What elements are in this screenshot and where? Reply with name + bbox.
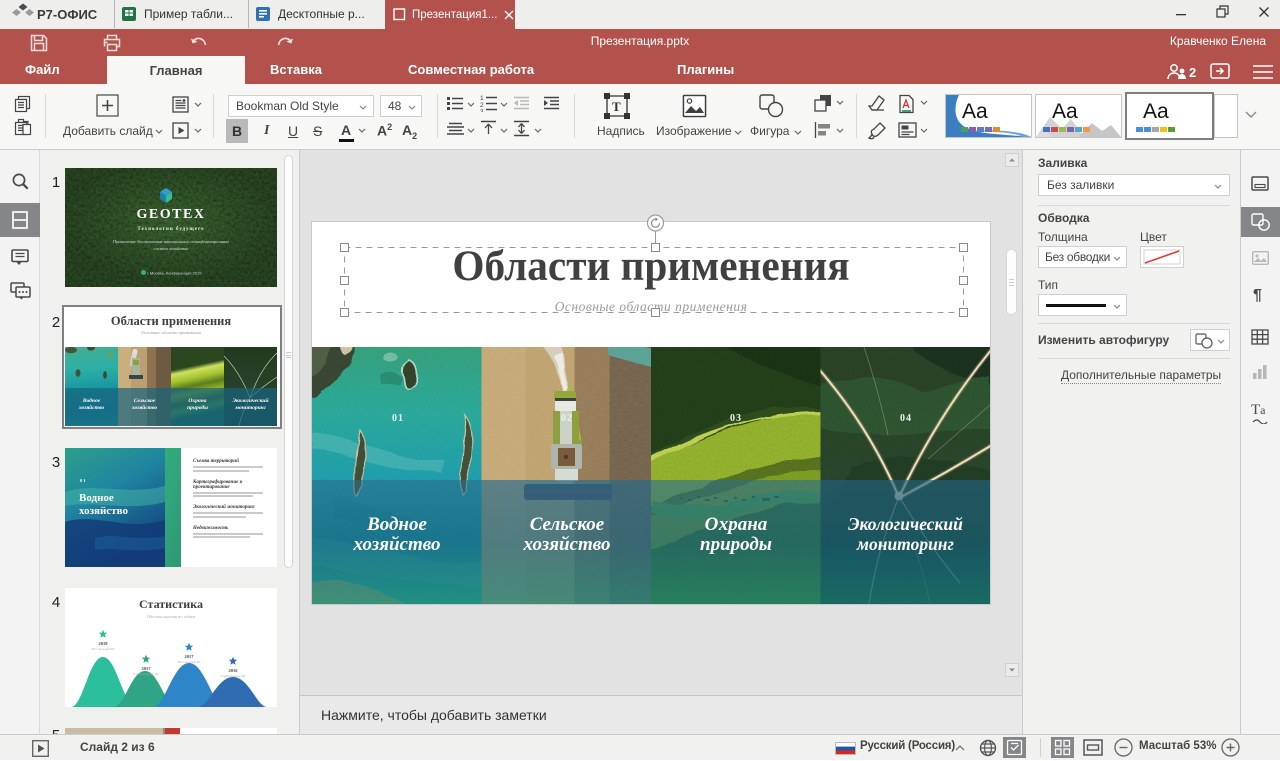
svg-text:3: 3: [480, 109, 484, 113]
svg-text:02: 02: [561, 413, 573, 424]
svg-text:03: 03: [730, 413, 742, 424]
svg-text:Стабилизация 0%: Стабилизация 0%: [220, 674, 246, 678]
svg-text:T: T: [612, 99, 621, 114]
svg-text:01: 01: [392, 413, 404, 424]
svg-text:Стабилизация 1%: Стабилизация 1%: [133, 672, 159, 676]
svg-text:2017: 2017: [185, 654, 195, 659]
svg-text:2017: 2017: [142, 666, 152, 671]
svg-text:2: 2: [1189, 65, 1196, 80]
svg-text:04: 04: [900, 413, 912, 424]
svg-text:2018: 2018: [99, 641, 109, 646]
svg-text:1: 1: [480, 95, 484, 102]
svg-text:Рост вылова 5%: Рост вылова 5%: [92, 647, 115, 651]
svg-text:2016: 2016: [229, 668, 239, 673]
svg-text:Рост вылова 3%: Рост вылова 3%: [178, 660, 201, 664]
